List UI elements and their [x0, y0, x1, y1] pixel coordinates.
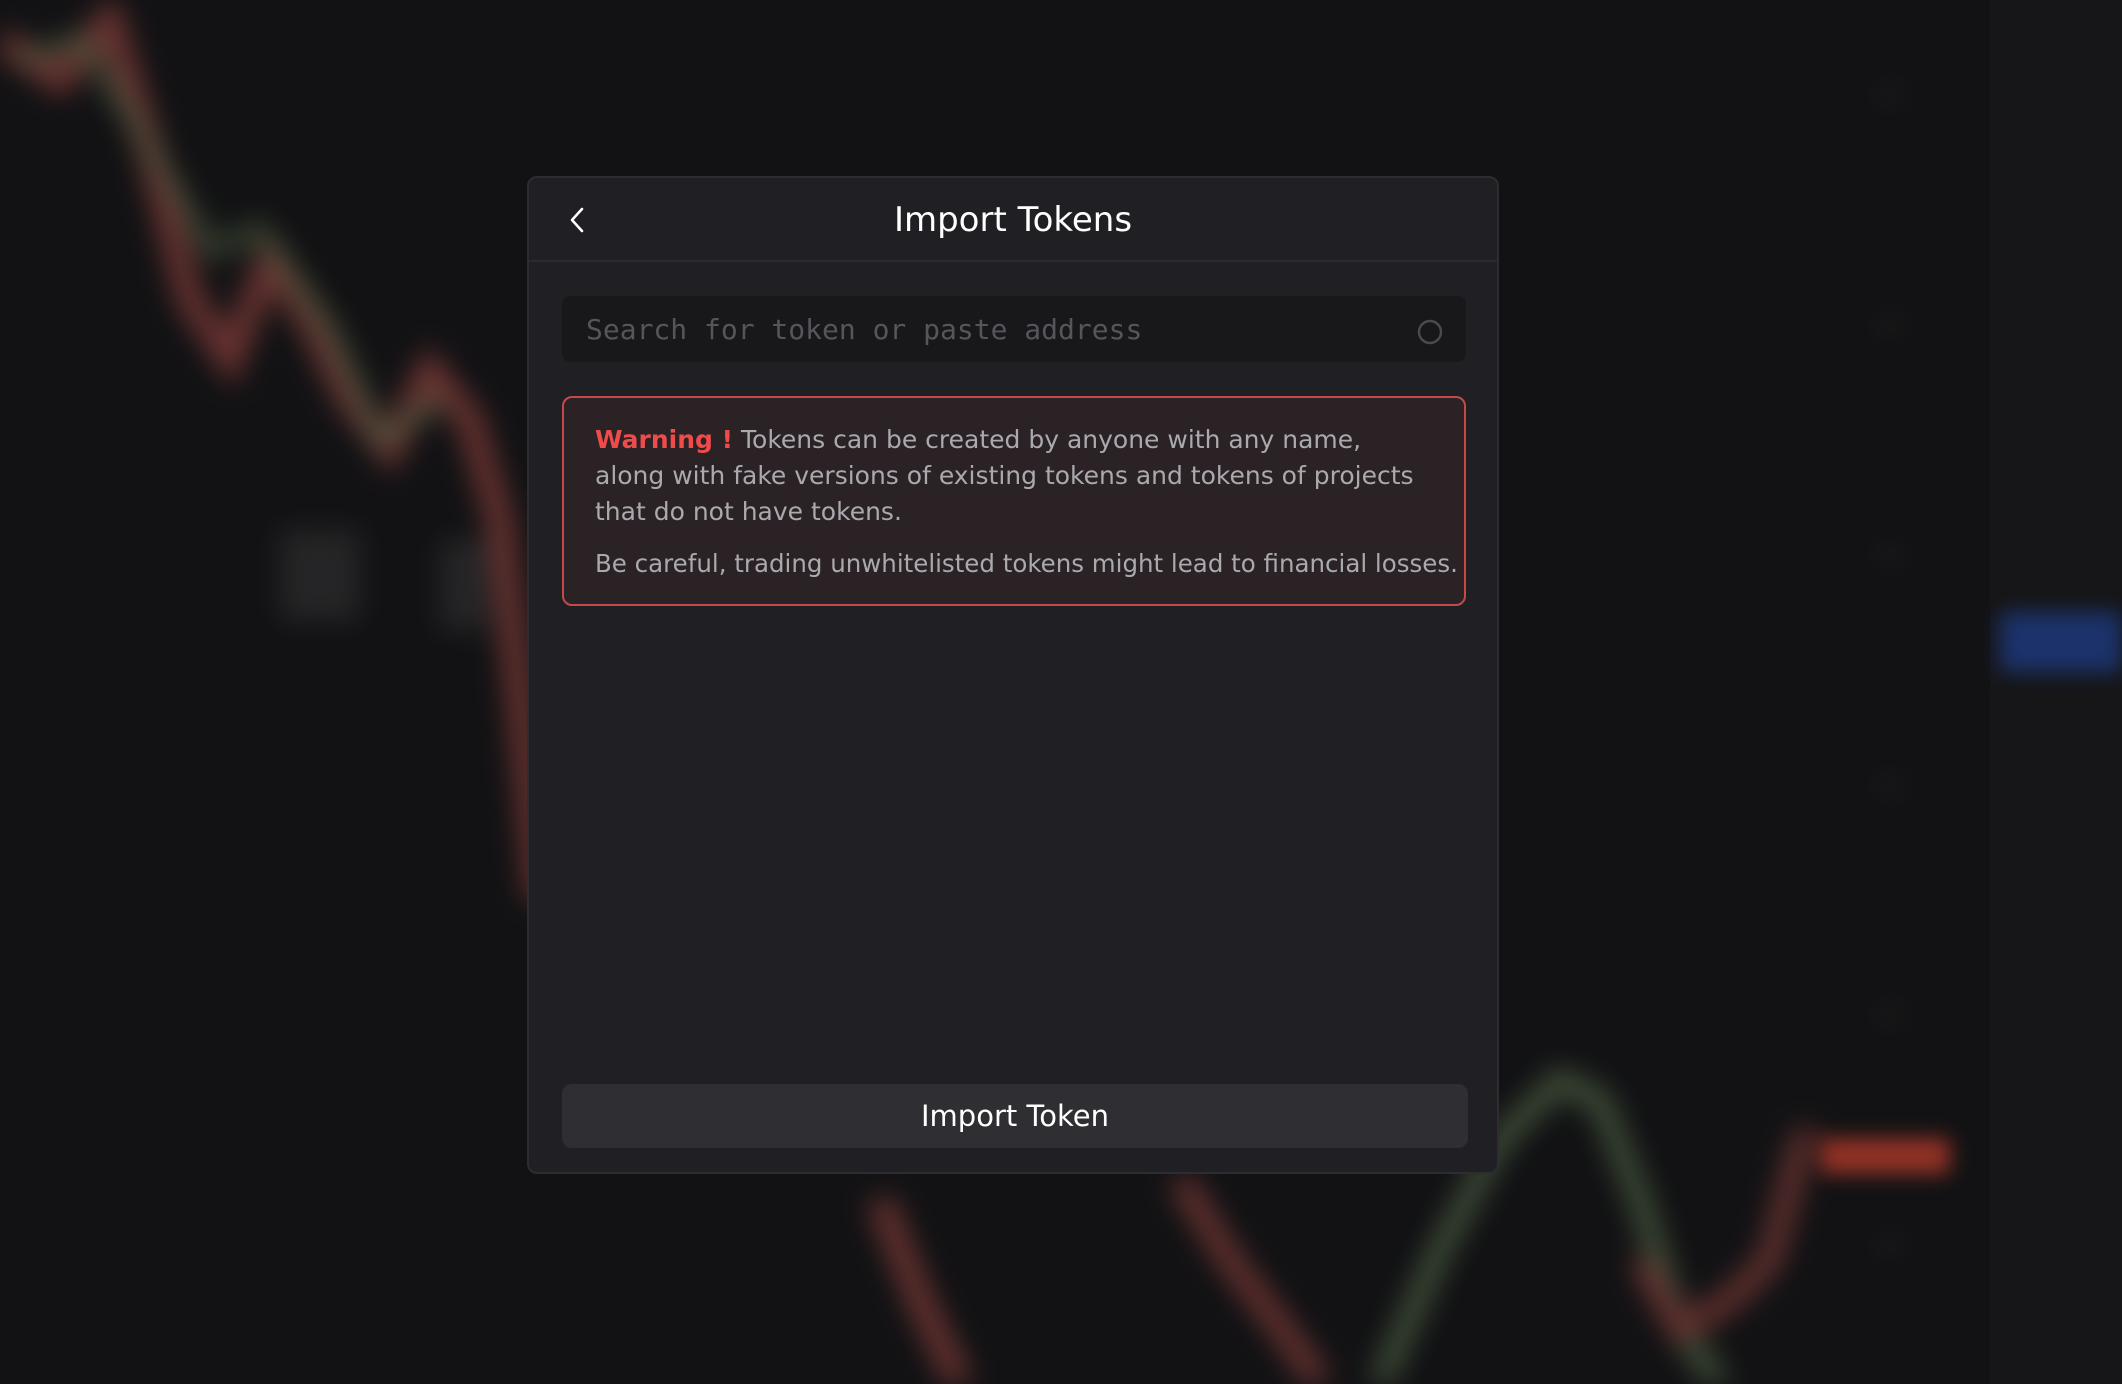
- side-panel: [1990, 0, 2122, 1384]
- warning-box: Warning ! Tokens can be created by anyon…: [562, 396, 1466, 606]
- price-marker: [1820, 1138, 1950, 1174]
- warning-message: Warning ! Tokens can be created by anyon…: [595, 422, 1434, 530]
- warning-caution: Be careful, trading unwhitelisted tokens…: [595, 549, 1458, 578]
- modal-header: Import Tokens: [529, 178, 1497, 262]
- search-box: [562, 296, 1466, 362]
- search-icon[interactable]: [1416, 318, 1444, 346]
- modal-title: Import Tokens: [893, 200, 1133, 240]
- warning-label: Warning !: [595, 425, 734, 454]
- import-token-button[interactable]: Import Token: [562, 1084, 1468, 1148]
- import-tokens-modal: Import Tokens Warning ! Tokens can be cr…: [527, 176, 1499, 1174]
- search-input[interactable]: [562, 296, 1382, 362]
- side-panel-button: [2000, 612, 2122, 672]
